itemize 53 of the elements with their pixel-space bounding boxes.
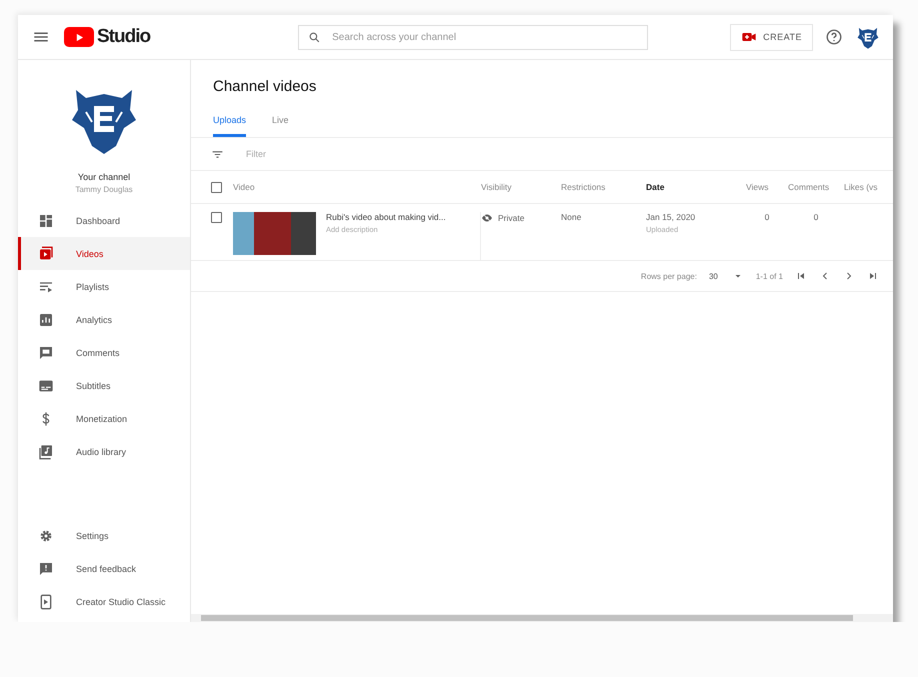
nav-item[interactable]: Audio library	[18, 435, 190, 468]
nav-item[interactable]: Dashboard	[18, 204, 190, 237]
rows-per-page-label: Rows per page:	[640, 272, 697, 280]
column-header[interactable]: Visibility	[481, 182, 561, 192]
nav-item[interactable]: Videos	[18, 237, 190, 270]
search-field[interactable]: Search across your channel	[298, 24, 648, 50]
channel-name: Tammy Douglas	[75, 185, 133, 194]
views-value: 0	[764, 212, 770, 222]
feedback-icon	[38, 560, 54, 576]
music-icon	[38, 444, 54, 460]
nav-item[interactable]: Playlists	[18, 270, 190, 303]
nav-item[interactable]: Settings	[18, 519, 190, 552]
restrictions-value: None	[561, 212, 582, 222]
video-thumbnail[interactable]	[233, 212, 316, 255]
last-page-icon[interactable]	[867, 270, 879, 282]
date-value: Jan 15, 2020	[646, 212, 696, 222]
channel-label: Your channel	[78, 172, 130, 182]
checkbox[interactable]	[211, 182, 222, 192]
nav-item[interactable]: Send feedback	[18, 552, 190, 585]
column-header[interactable]: Restrictions	[561, 182, 646, 192]
column-header[interactable]: Video	[233, 182, 481, 192]
visibility-value: Private	[498, 213, 524, 223]
tab[interactable]: Uploads	[213, 109, 246, 137]
checkbox[interactable]	[211, 212, 222, 223]
nav-item[interactable]: Analytics	[18, 303, 190, 336]
subtitles-icon	[38, 378, 54, 394]
nav-item[interactable]: Monetization	[18, 402, 190, 435]
nav-item[interactable]: Subtitles	[18, 369, 190, 402]
comments-value: 0	[812, 212, 820, 222]
settings-icon	[38, 528, 54, 544]
video-title[interactable]: Rubi's video about making vid...	[326, 212, 446, 222]
eye-off-icon	[481, 212, 493, 224]
first-page-icon[interactable]	[795, 270, 807, 282]
nav-item[interactable]: Creator Studio Classic	[18, 585, 190, 618]
column-header[interactable]: Views	[746, 182, 788, 192]
search-icon	[308, 30, 322, 44]
rows-per-page-select[interactable]: 30	[708, 270, 744, 282]
phone-icon	[38, 594, 54, 610]
nav-item[interactable]: Comments	[18, 336, 190, 369]
column-header[interactable]: Comments	[788, 182, 844, 192]
dashboard-icon	[38, 212, 54, 228]
video-icon	[38, 246, 54, 262]
horizontal-scrollbar[interactable]	[191, 614, 893, 622]
page-range: 1-1 of 1	[756, 272, 783, 280]
page-title: Channel videos	[213, 78, 318, 95]
create-button[interactable]: CREATE	[730, 24, 813, 50]
help-icon[interactable]	[825, 28, 843, 46]
chart-icon	[38, 312, 54, 328]
studio-logo[interactable]: Studio	[64, 26, 150, 48]
column-header[interactable]: Likes (vs	[844, 182, 884, 192]
column-header[interactable]: Date	[646, 182, 746, 192]
tab[interactable]: Live	[272, 109, 289, 137]
comment-icon	[38, 344, 54, 360]
